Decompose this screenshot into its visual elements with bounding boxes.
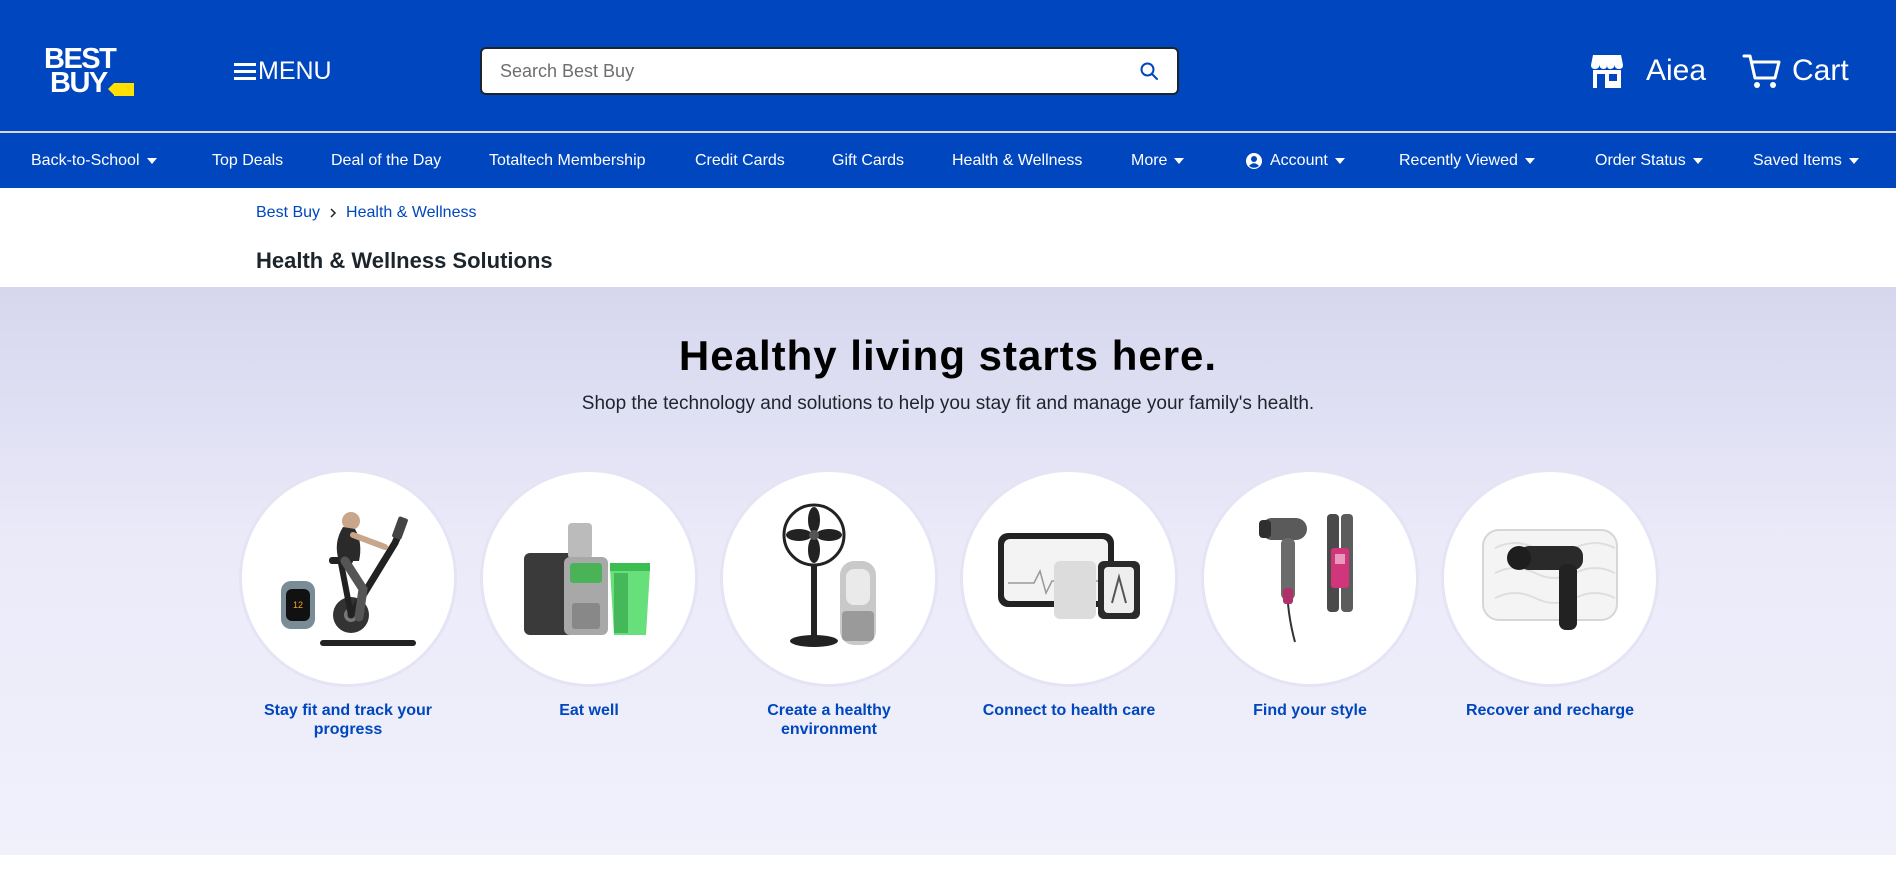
category-card-health-care[interactable]: Connect to health care xyxy=(960,469,1178,720)
category-card-healthy-environment[interactable]: Create a healthy environment xyxy=(720,469,938,739)
chevron-right-icon xyxy=(330,208,337,218)
fan-and-purifier-image xyxy=(782,503,876,647)
svg-text:12: 12 xyxy=(293,600,303,610)
cart-label: Cart xyxy=(1792,54,1849,87)
phone-and-ekg-image xyxy=(998,533,1140,619)
juicer-image xyxy=(524,523,650,635)
category-image-circle xyxy=(1201,469,1419,687)
nav-item-recently-viewed[interactable]: Recently Viewed xyxy=(1399,133,1535,188)
category-label: Find your style xyxy=(1253,702,1367,719)
nav-label: More xyxy=(1131,151,1168,169)
nav-label: Back-to-School xyxy=(31,151,140,169)
category-image-circle: 12 xyxy=(239,469,457,687)
nav-item-credit-cards[interactable]: Credit Cards xyxy=(695,133,785,188)
category-image-circle xyxy=(1441,469,1659,687)
menu-label: MENU xyxy=(258,56,332,85)
category-label: Recover and recharge xyxy=(1465,702,1635,719)
category-card-stay-fit[interactable]: 12 Stay fit and track your progress xyxy=(239,469,457,739)
caret-down-icon xyxy=(1174,157,1185,164)
category-card-find-style[interactable]: Find your style xyxy=(1201,469,1419,720)
nav-label: Account xyxy=(1270,151,1328,169)
category-card-eat-well[interactable]: Eat well xyxy=(480,469,698,720)
nav-item-back-to-school[interactable]: Back-to-School xyxy=(31,133,157,188)
page-bottom xyxy=(0,855,1896,888)
site-header: BEST BUY MENU Aiea Cart xyxy=(0,0,1896,131)
category-image-circle xyxy=(480,469,698,687)
category-label: Connect to health care xyxy=(982,702,1156,719)
breadcrumb: Best Buy Health & Wellness xyxy=(256,203,476,223)
search-input[interactable] xyxy=(500,57,1100,85)
hero-heading: Healthy living starts here. xyxy=(678,332,1218,379)
cart-button[interactable]: Cart xyxy=(1742,52,1849,90)
nav-item-saved-items[interactable]: Saved Items xyxy=(1753,133,1859,188)
search-bar xyxy=(480,47,1179,95)
caret-down-icon xyxy=(1692,157,1703,164)
account-icon xyxy=(1246,152,1262,169)
store-locator[interactable]: Aiea xyxy=(1590,52,1706,90)
nav-item-order-status[interactable]: Order Status xyxy=(1595,133,1703,188)
caret-down-icon xyxy=(1334,157,1345,164)
secondary-nav: Back-to-School Top Deals Deal of the Day… xyxy=(0,133,1896,188)
cart-icon xyxy=(1742,54,1781,88)
category-label: Stay fit and track your progress xyxy=(263,702,433,738)
nav-item-totaltech[interactable]: Totaltech Membership xyxy=(489,133,646,188)
nav-label: Order Status xyxy=(1595,151,1686,169)
nav-label: Totaltech Membership xyxy=(489,151,646,169)
logo-line-2: BUY xyxy=(50,67,108,99)
nav-label: Credit Cards xyxy=(695,151,785,169)
category-image-circle xyxy=(720,469,938,687)
nav-label: Saved Items xyxy=(1753,151,1842,169)
nav-label: Gift Cards xyxy=(832,151,905,169)
nav-item-more[interactable]: More xyxy=(1131,133,1185,188)
nav-item-top-deals[interactable]: Top Deals xyxy=(212,133,283,188)
nav-label: Recently Viewed xyxy=(1399,151,1518,169)
category-list: 12 Stay fit and track your progress Eat … xyxy=(239,469,1659,769)
caret-down-icon xyxy=(146,157,157,164)
nav-item-account[interactable]: Account xyxy=(1246,133,1345,188)
page-title: Health & Wellness Solutions xyxy=(256,248,553,273)
nav-label: Deal of the Day xyxy=(331,151,442,169)
exercise-bike-image: 12 xyxy=(281,512,416,646)
category-card-recover[interactable]: Recover and recharge xyxy=(1441,469,1659,720)
caret-down-icon xyxy=(1848,157,1859,164)
hair-dryer-and-straightener-image xyxy=(1259,514,1353,643)
breadcrumb-home-link[interactable]: Best Buy xyxy=(256,204,320,222)
nav-label: Health & Wellness xyxy=(952,151,1083,169)
search-icon[interactable] xyxy=(1139,61,1159,81)
category-label: Create a healthy environment xyxy=(767,702,891,738)
nav-item-health-wellness[interactable]: Health & Wellness xyxy=(952,133,1082,188)
best-buy-logo[interactable]: BEST BUY xyxy=(44,45,136,100)
nav-item-deal-of-the-day[interactable]: Deal of the Day xyxy=(331,133,441,188)
caret-down-icon xyxy=(1524,157,1535,164)
breadcrumb-current-link[interactable]: Health & Wellness xyxy=(346,204,476,222)
store-label: Aiea xyxy=(1646,54,1707,87)
hero-subheading: Shop the technology and solutions to hel… xyxy=(581,393,1315,414)
category-image-circle xyxy=(960,469,1178,687)
hero-section: Healthy living starts here. Shop the tec… xyxy=(0,287,1896,855)
pillow-and-massage-gun-image xyxy=(1482,529,1618,630)
nav-item-gift-cards[interactable]: Gift Cards xyxy=(832,133,904,188)
logo-tag-icon xyxy=(108,83,134,96)
store-icon xyxy=(1591,55,1623,88)
category-label: Eat well xyxy=(559,702,619,719)
hamburger-icon xyxy=(234,62,256,80)
nav-label: Top Deals xyxy=(212,151,284,169)
menu-button[interactable]: MENU xyxy=(234,56,332,86)
